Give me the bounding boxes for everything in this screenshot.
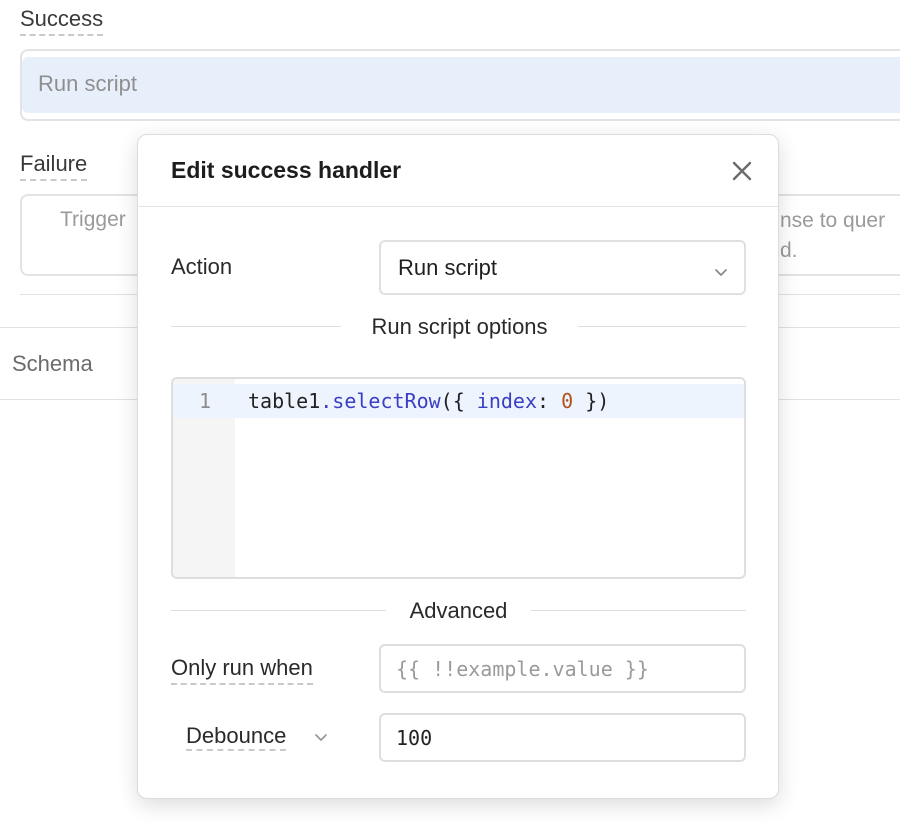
action-label: Action [171, 254, 233, 279]
schema-section-label[interactable]: Schema [12, 350, 93, 378]
close-icon[interactable] [728, 157, 756, 185]
modal-title: Edit success handler [171, 157, 402, 183]
chevron-down-icon[interactable] [314, 730, 328, 741]
failure-placeholder-text: Trigger [60, 208, 126, 231]
chevron-down-icon [714, 265, 728, 276]
success-handler-item-label: Run script [38, 71, 138, 96]
code-token-property: index [476, 389, 538, 413]
divider [171, 326, 341, 327]
divider [531, 610, 746, 611]
code-token-dot: . [320, 389, 333, 413]
failure-placeholder-text-tail: nse to quer d. [780, 209, 886, 262]
debounce-dropdown[interactable]: Debounce [186, 722, 287, 751]
failure-section-label: Failure [20, 151, 88, 181]
code-token-colon: : [537, 389, 562, 413]
modal-header-divider [138, 206, 778, 207]
line-number: 1 [198, 389, 211, 413]
code-token-open: ({ [440, 389, 477, 413]
code-token-number: 0 [561, 389, 574, 413]
debounce-label: Debounce [186, 723, 287, 751]
code-token-object: table1 [248, 389, 321, 413]
code-token-close: }) [573, 389, 610, 413]
debounce-value: 100 [396, 726, 433, 750]
success-section-label: Success [20, 6, 104, 36]
only-run-when-label: Only run when [171, 654, 313, 685]
divider [171, 610, 386, 611]
debounce-input[interactable]: 100 [379, 713, 746, 762]
code-editor[interactable]: 1 table1.selectRow({ index: 0 }) [171, 377, 746, 579]
code-token-method: selectRow [332, 389, 441, 413]
run-script-options-heading: Run script options [371, 314, 548, 339]
action-select[interactable]: Run script [379, 240, 746, 295]
action-select-value: Run script [398, 255, 498, 280]
only-run-when-input[interactable]: {{ !!example.value }} [379, 644, 746, 693]
code-line: table1.selectRow({ index: 0 }) [248, 388, 609, 414]
success-handler-item[interactable] [22, 57, 900, 113]
edit-success-handler-modal: Edit success handler Action Run script R… [137, 134, 779, 799]
only-run-when-placeholder: {{ !!example.value }} [396, 657, 649, 681]
divider [578, 326, 746, 327]
advanced-heading: Advanced [409, 598, 508, 623]
